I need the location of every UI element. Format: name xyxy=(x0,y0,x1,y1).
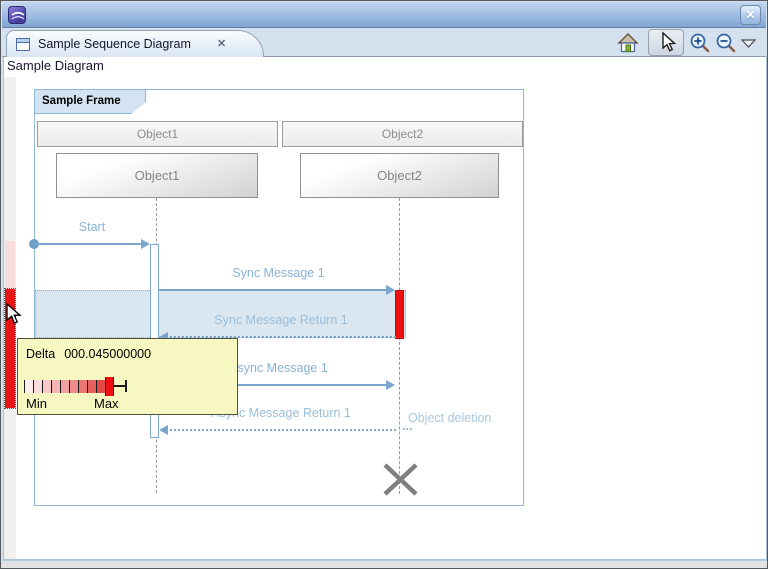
view-menu-button[interactable] xyxy=(741,36,759,48)
chevron-down-icon xyxy=(741,39,757,49)
frame-label[interactable]: Sample Frame xyxy=(34,89,146,114)
lifeline-header-object1[interactable]: Object1 xyxy=(37,121,278,147)
scale-segment xyxy=(87,380,96,393)
mouse-cursor xyxy=(6,303,24,327)
delta-label: Delta xyxy=(26,347,55,361)
ellipsis-message[interactable]: ... xyxy=(402,419,422,433)
scale-segment xyxy=(42,380,51,393)
delta-scale xyxy=(24,375,127,397)
scale-segment xyxy=(51,380,60,393)
scale-segment xyxy=(78,380,87,393)
scale-tail-line xyxy=(114,385,125,387)
arrowhead-sync1 xyxy=(386,285,395,295)
scale-end-tick xyxy=(125,380,127,392)
eclipse-app-icon xyxy=(8,6,26,24)
home-icon xyxy=(615,31,641,55)
lifeline-box-object1[interactable]: Object1 xyxy=(56,153,258,198)
scale-min-label: Min xyxy=(26,396,47,411)
message-line-async1-return[interactable] xyxy=(166,429,396,431)
lifeline-header-object2[interactable]: Object2 xyxy=(282,121,523,147)
message-line-start[interactable] xyxy=(34,243,147,245)
eclipse-logo-icon xyxy=(9,7,27,25)
arrowhead-start xyxy=(141,239,150,249)
zoom-out-icon xyxy=(714,31,740,55)
stop-x-icon xyxy=(382,462,419,497)
view-tabbar: Sample Sequence Diagram ✕ xyxy=(2,28,766,57)
diagram-title: Sample Diagram xyxy=(7,58,104,73)
home-button[interactable] xyxy=(615,31,641,55)
scale-segment xyxy=(69,380,78,393)
arrow-cursor-icon xyxy=(6,303,24,327)
message-label-sync1-return[interactable]: Sync Message Return 1 xyxy=(161,313,401,327)
app-window: ✕ Sample Sequence Diagram ✕ xyxy=(0,0,768,569)
message-label-sync1[interactable]: Sync Message 1 xyxy=(161,266,396,280)
arrowhead-async1 xyxy=(386,380,395,390)
tab-title: Sample Sequence Diagram xyxy=(38,37,191,51)
scale-segment xyxy=(24,380,33,393)
zoom-in-button[interactable] xyxy=(688,31,714,55)
scale-segment xyxy=(60,380,69,393)
time-compression-segment-small[interactable] xyxy=(5,241,15,289)
zoom-out-button[interactable] xyxy=(714,31,740,55)
message-line-sync1[interactable] xyxy=(159,289,389,291)
window-titlebar[interactable]: ✕ xyxy=(2,2,766,28)
lifeline-object2[interactable] xyxy=(399,198,400,494)
select-tool-button[interactable] xyxy=(648,29,684,56)
message-label-start[interactable]: Start xyxy=(62,220,122,234)
tab-sample-sequence-diagram[interactable]: Sample Sequence Diagram ✕ xyxy=(6,30,264,57)
sequence-diagram-view-icon xyxy=(16,38,30,51)
delta-tooltip: Delta 000.045000000 Min Max xyxy=(17,338,238,415)
lifeline-box-object2[interactable]: Object2 xyxy=(300,153,499,198)
stop-symbol[interactable] xyxy=(382,462,419,497)
zoom-in-icon xyxy=(688,31,714,55)
scale-max-label: Max xyxy=(94,396,119,411)
delta-value: 000.045000000 xyxy=(64,347,151,361)
delta-row: Delta 000.045000000 xyxy=(26,347,151,361)
window-close-button[interactable]: ✕ xyxy=(740,5,761,25)
tab-close-icon[interactable]: ✕ xyxy=(217,37,226,50)
window-bottom-border xyxy=(2,560,768,569)
scale-segment xyxy=(33,380,42,393)
select-arrow-icon xyxy=(649,30,683,55)
scale-segment xyxy=(105,377,114,396)
scale-segment xyxy=(96,380,105,393)
arrowhead-async1-return xyxy=(159,425,168,435)
message-label-object-deletion[interactable]: Object deletion xyxy=(408,411,518,425)
